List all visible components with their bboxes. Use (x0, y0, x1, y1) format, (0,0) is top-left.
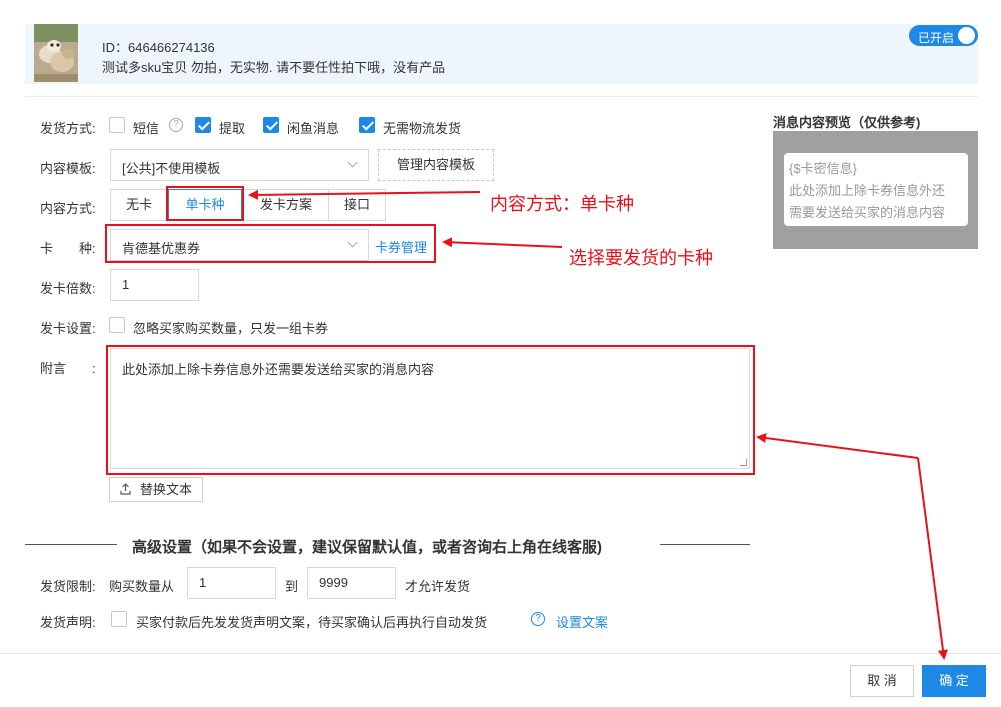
mode-no-card[interactable]: 无卡 (110, 189, 168, 221)
postscript-label: 附言 : (40, 361, 96, 376)
replace-text-button[interactable]: 替换文本 (109, 477, 203, 502)
ignore-quantity-label: 忽略买家购买数量，只发一组卡券 (133, 321, 329, 336)
cancel-button[interactable]: 取 消 (850, 665, 914, 697)
arrow (917, 457, 948, 660)
highlight-box (166, 186, 244, 221)
replace-text-label: 替换文本 (140, 482, 193, 497)
confirm-button[interactable]: 确 定 (922, 665, 986, 697)
arrow (756, 433, 919, 459)
extract-label: 提取 (219, 121, 246, 136)
annotation-card-type: 选择要发货的卡种 (569, 248, 713, 268)
highlight-box (105, 224, 436, 263)
xianyu-message-label: 闲鱼消息 (287, 121, 340, 136)
no-logistics-label: 无需物流发货 (383, 121, 462, 136)
annotation-content-mode: 内容方式：单卡种 (490, 194, 634, 214)
highlight-box (106, 345, 755, 475)
extract-checkbox[interactable] (195, 117, 211, 133)
divider (25, 544, 117, 545)
multiplier-label: 发卡倍数: (40, 281, 96, 296)
preview-line: 需要发送给买家的消息内容 (789, 205, 946, 220)
sms-label: 短信 (133, 121, 160, 136)
content-template-select[interactable]: [公共]不使用模板 (110, 149, 369, 181)
content-template-label: 内容模板: (40, 161, 96, 176)
delivery-statement-text: 买家付款后先发发货声明文案，待买家确认后再执行自动发货 (136, 615, 488, 630)
preview-line: 此处添加上除卡券信息外还 (789, 183, 946, 198)
delivery-limit-suffix: 才允许发货 (405, 579, 471, 594)
sms-checkbox[interactable] (109, 117, 125, 133)
xianyu-message-checkbox[interactable] (263, 117, 279, 133)
enable-toggle[interactable]: 已开启 (909, 25, 978, 46)
divider (660, 544, 750, 545)
toggle-label: 已开启 (918, 31, 955, 45)
content-mode-label: 内容方式: (40, 201, 96, 216)
card-type-label: 卡 种: (40, 241, 96, 256)
advanced-settings-title: 高级设置（如果不会设置，建议保留默认值，或者咨询右上角在线客服) (132, 539, 602, 556)
preview-card: {$卡密信息} 此处添加上除卡券信息外还 需要发送给买家的消息内容 (784, 153, 968, 226)
divider (25, 96, 978, 97)
preview-title: 消息内容预览（仅供参考) (773, 115, 921, 130)
mode-card-scheme[interactable]: 发卡方案 (243, 189, 329, 221)
product-description: 测试多sku宝贝 勿拍，无实物. 请不要任性拍下哦，没有产品 (102, 60, 446, 75)
no-logistics-checkbox[interactable] (359, 117, 375, 133)
ignore-quantity-checkbox[interactable] (109, 317, 125, 333)
help-icon[interactable]: ? (531, 612, 545, 626)
card-settings-label: 发卡设置: (40, 321, 96, 336)
footer-divider (0, 653, 1001, 654)
chevron-down-icon (347, 157, 358, 168)
content-template-value: [公共]不使用模板 (122, 161, 221, 176)
mode-api[interactable]: 接口 (328, 189, 386, 221)
toggle-knob (958, 27, 975, 44)
delivery-limit-label: 发货限制: (40, 579, 96, 594)
delivery-statement-label: 发货声明: (40, 615, 96, 630)
help-icon[interactable]: ? (169, 118, 183, 132)
multiplier-input[interactable]: 1 (110, 269, 199, 301)
max-quantity-input[interactable]: 9999 (307, 567, 396, 599)
product-id: ID：646466274136 (102, 40, 215, 55)
set-statement-link[interactable]: 设置文案 (556, 612, 608, 631)
preview-line: {$卡密信息} (789, 161, 857, 176)
manage-template-button[interactable]: 管理内容模板 (378, 149, 494, 181)
arrow (442, 237, 563, 248)
upload-icon (120, 483, 131, 495)
product-thumbnail (34, 24, 78, 82)
delivery-method-label: 发货方式: (40, 121, 96, 136)
min-quantity-input[interactable]: 1 (187, 567, 276, 599)
delivery-statement-checkbox[interactable] (111, 611, 127, 627)
delivery-limit-to: 到 (285, 579, 299, 594)
delivery-limit-prefix: 购买数量从 (109, 579, 175, 594)
